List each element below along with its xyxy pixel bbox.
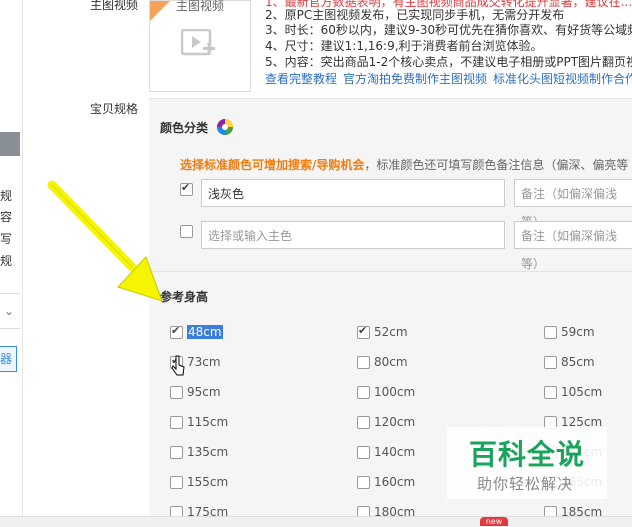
color-checkbox-2[interactable] <box>180 225 193 238</box>
video-add-icon <box>181 29 215 56</box>
color-input-2[interactable]: 选择或输入主色 <box>201 221 505 249</box>
color-section-title: 颜色分类 <box>160 121 209 135</box>
spec-label: 宝贝规格 <box>90 102 139 116</box>
video-info-line: 4、尺寸：建议1:1,16:9,利于消费者前台浏览体验。 <box>265 39 543 53</box>
yellow-arrow-annotation <box>47 180 163 302</box>
color-checkbox-1[interactable] <box>180 181 193 196</box>
size-checkbox[interactable] <box>357 476 370 489</box>
left-sidebar-text: 写 <box>0 232 13 246</box>
video-info-line: 2、原PC主图视频发布，已实现同步手机，无需分开发布 <box>265 8 565 22</box>
video-box-title: 主图视频 <box>176 0 225 13</box>
color-tip: 选择标准颜色可增加搜索/导购机会，标准颜色还可填写颜色备注信息（偏深、偏亮等 <box>180 156 628 173</box>
size-label: 135cm <box>187 445 229 459</box>
size-checkbox[interactable] <box>544 326 557 339</box>
left-sidebar-text: 规 <box>0 254 13 268</box>
short-video-link[interactable]: 标准化头图短视频制作合作 <box>493 72 632 86</box>
size-checkbox[interactable] <box>357 324 370 339</box>
video-info-line: 3、时长：60秒以内，建议9-30秒可优先在猜你喜欢、有好货等公域频 <box>265 23 632 37</box>
size-checkbox[interactable] <box>170 386 183 399</box>
tutorial-link[interactable]: 查看完整教程 <box>265 72 337 86</box>
main-video-upload-box[interactable]: 主图视频 <box>149 0 251 92</box>
size-label: 120cm <box>374 415 416 429</box>
size-checkbox[interactable] <box>170 446 183 459</box>
watermark-title: 百科全说 <box>469 438 586 471</box>
size-label: 73cm <box>187 355 221 369</box>
main-video-label: 主图视频 <box>90 0 139 12</box>
size-checkbox[interactable] <box>170 476 183 489</box>
size-checkbox[interactable] <box>170 324 183 339</box>
left-sidebar-header-bar <box>0 132 20 156</box>
free-video-link[interactable]: 官方淘拍免费制作主图视频 <box>343 72 487 86</box>
left-sidebar-text: 容 <box>0 210 13 224</box>
size-label: 155cm <box>187 475 229 489</box>
size-checkbox[interactable] <box>357 446 370 459</box>
watermark: 百科全说 助你轻松解决 <box>447 427 607 499</box>
size-checkbox[interactable] <box>544 386 557 399</box>
section-divider <box>149 271 632 272</box>
size-label: 160cm <box>374 475 416 489</box>
size-label: 105cm <box>561 385 603 399</box>
size-label: 48cm <box>187 325 223 339</box>
bottom-bar <box>0 516 632 527</box>
watermark-subtitle: 助你轻松解决 <box>477 475 574 493</box>
size-checkbox[interactable] <box>357 416 370 429</box>
size-label: 52cm <box>374 325 408 339</box>
color-tip-detail: ，标准颜色还可填写颜色备注信息（偏深、偏亮等 <box>364 158 629 172</box>
size-checkbox[interactable] <box>170 416 183 429</box>
new-badge: new <box>480 517 508 526</box>
video-info-line: 5、内容：突出商品1-2个核心卖点，不建议电子相册或PPT图片翻页视 <box>265 55 632 69</box>
left-sidebar-button[interactable]: 器 <box>0 346 17 372</box>
size-checkbox[interactable] <box>357 356 370 369</box>
size-checkbox[interactable] <box>544 356 557 369</box>
color-remark-input-2[interactable]: 备注（如偏深偏浅等） <box>514 221 632 271</box>
size-label: 100cm <box>374 385 416 399</box>
size-label: 140cm <box>374 445 416 459</box>
color-tip-highlight: 选择标准颜色可增加搜索/导购机会 <box>180 158 365 172</box>
color-wheel-icon <box>217 119 233 135</box>
size-label: 80cm <box>374 355 408 369</box>
size-label: 85cm <box>561 355 595 369</box>
size-checkbox[interactable] <box>357 386 370 399</box>
chevron-down-icon[interactable]: ⌄ <box>4 304 14 318</box>
left-sidebar-divider <box>0 293 20 294</box>
left-sidebar-divider <box>0 328 20 329</box>
size-label: 115cm <box>187 415 229 429</box>
video-links: 查看完整教程 官方淘拍免费制作主图视频 标准化头图短视频制作合作 <box>265 70 632 87</box>
size-label: 59cm <box>561 325 595 339</box>
color-remark-input-1[interactable]: 备注（如偏深偏浅等） <box>514 179 632 229</box>
new-corner-tag <box>150 1 170 21</box>
mouse-cursor-icon <box>171 355 185 376</box>
size-label: 95cm <box>187 385 221 399</box>
color-input-1[interactable]: 浅灰色 <box>201 179 505 207</box>
left-sidebar-text: 规 <box>0 189 13 203</box>
